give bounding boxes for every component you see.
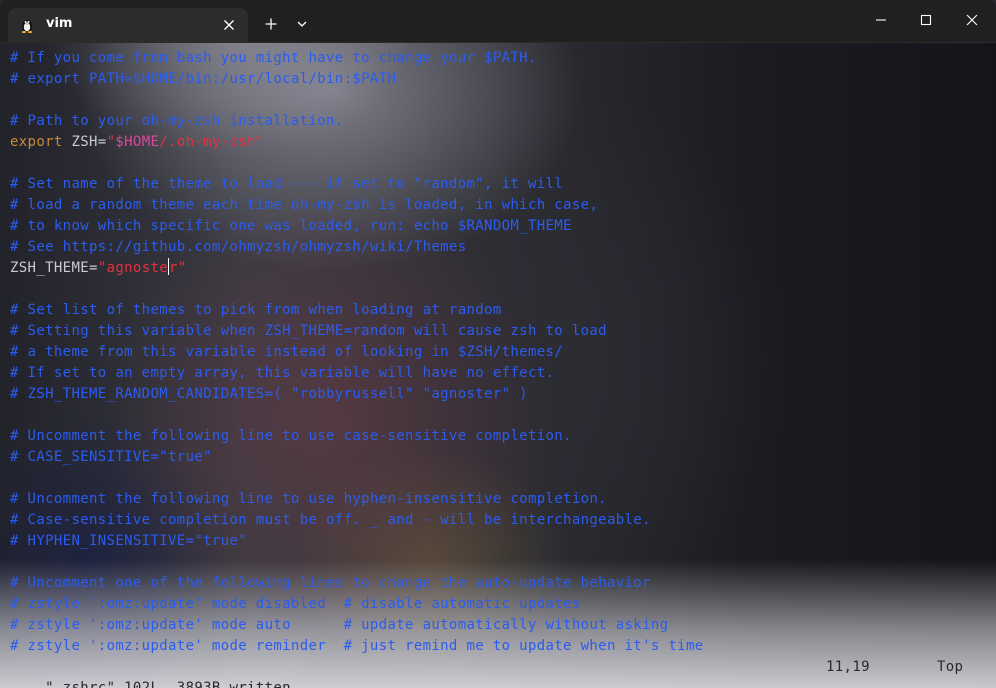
code-line[interactable]: # Uncomment the following line to use ca… [10, 426, 990, 447]
code-line[interactable]: # If set to an empty array, this variabl… [10, 363, 990, 384]
code-line[interactable]: # to know which specific one was loaded,… [10, 216, 990, 237]
code-token-comment: # Case-sensitive completion must be off.… [10, 512, 651, 528]
close-window-icon[interactable] [961, 9, 983, 31]
code-line[interactable]: # Set name of the theme to load --- if s… [10, 174, 990, 195]
code-line[interactable]: # zstyle ':omz:update' mode reminder # j… [10, 636, 990, 657]
code-token-comment: # If you come from bash you might have t… [10, 50, 537, 66]
code-line[interactable] [10, 153, 990, 174]
code-token-comment: # export PATH=$HOME/bin:/usr/local/bin:$… [10, 71, 397, 87]
code-line[interactable]: # load a random theme each time oh-my-zs… [10, 195, 990, 216]
code-token-comment: # See https://github.com/ohmyzsh/ohmyzsh… [10, 239, 467, 255]
new-tab-plus-icon[interactable] [260, 13, 282, 35]
code-token-comment: # load a random theme each time oh-my-zs… [10, 197, 599, 213]
code-line[interactable]: export ZSH="$HOME/.oh-my-zsh" [10, 132, 990, 153]
code-line[interactable]: # Case-sensitive completion must be off.… [10, 510, 990, 531]
code-token-string: "agnoste [97, 260, 169, 276]
tab-title: vim [46, 16, 73, 31]
code-token-comment: # Set list of themes to pick from when l… [10, 302, 502, 318]
code-token-comment: # Set name of the theme to load --- if s… [10, 176, 564, 192]
code-line[interactable]: # HYPHEN_INSENSITIVE="true" [10, 531, 990, 552]
code-token-string: r" [169, 260, 187, 276]
status-message: ".zshrc" 102L, 3893B written [45, 680, 291, 688]
code-line[interactable]: # zstyle ':omz:update' mode disabled # d… [10, 594, 990, 615]
close-tab-icon[interactable] [218, 14, 240, 36]
chevron-down-icon[interactable] [292, 14, 312, 34]
code-line[interactable] [10, 279, 990, 300]
code-line[interactable]: # a theme from this variable instead of … [10, 342, 990, 363]
code-token-comment: # Uncomment the following line to use hy… [10, 491, 607, 507]
code-line[interactable]: # Uncomment one of the following lines t… [10, 573, 990, 594]
code-token-keyword: export [10, 134, 63, 150]
code-line[interactable] [10, 90, 990, 111]
code-token-comment: # Path to your oh-my-zsh installation. [10, 113, 344, 129]
code-token-comment: # Uncomment one of the following lines t… [10, 575, 651, 591]
title-bar[interactable]: vim [0, 0, 996, 43]
code-line[interactable]: # Path to your oh-my-zsh installation. [10, 111, 990, 132]
cursor-position: 11,19 [826, 659, 870, 675]
code-line[interactable] [10, 405, 990, 426]
code-line[interactable]: # See https://github.com/ohmyzsh/ohmyzsh… [10, 237, 990, 258]
code-token-comment: # Uncomment the following line to use ca… [10, 428, 572, 444]
code-line[interactable]: # CASE_SENSITIVE="true" [10, 447, 990, 468]
linux-tux-icon [21, 20, 33, 33]
vim-editor-buffer[interactable]: # If you come from bash you might have t… [10, 48, 990, 654]
code-token-comment: # zstyle ':omz:update' mode auto # updat… [10, 617, 669, 633]
scroll-position: Top [937, 659, 964, 675]
maximize-icon[interactable] [915, 9, 937, 31]
code-token-comment: # If set to an empty array, this variabl… [10, 365, 555, 381]
code-token-comment: # CASE_SENSITIVE="true" [10, 449, 212, 465]
code-token-comment: # to know which specific one was loaded,… [10, 218, 572, 234]
tab-vim[interactable]: vim [8, 8, 248, 42]
code-token-comment: # zstyle ':omz:update' mode disabled # d… [10, 596, 581, 612]
code-token-var: ZSH= [62, 134, 107, 150]
code-token-comment: # Setting this variable when ZSH_THEME=r… [10, 323, 607, 339]
terminal-window: vim # If you come from bash you might ha… [0, 0, 996, 688]
vim-command-line: ".zshrc" 102L, 3893B written 11,19 Top [10, 657, 986, 688]
code-line[interactable]: # Setting this variable when ZSH_THEME=r… [10, 321, 990, 342]
code-token-comment: # zstyle ':omz:update' mode reminder # j… [10, 638, 704, 654]
code-line[interactable]: # Set list of themes to pick from when l… [10, 300, 990, 321]
code-token-comment: # HYPHEN_INSENSITIVE="true" [10, 533, 248, 549]
code-line[interactable]: # zstyle ':omz:update' mode auto # updat… [10, 615, 990, 636]
code-line[interactable]: # export PATH=$HOME/bin:/usr/local/bin:$… [10, 69, 990, 90]
code-token-comment: # a theme from this variable instead of … [10, 344, 564, 360]
code-line[interactable] [10, 468, 990, 489]
code-token-comment: # ZSH_THEME_RANDOM_CANDIDATES=( "robbyru… [10, 386, 528, 402]
code-token-string: /.oh-my-zsh" [159, 134, 265, 150]
code-line[interactable]: # ZSH_THEME_RANDOM_CANDIDATES=( "robbyru… [10, 384, 990, 405]
code-line[interactable]: # Uncomment the following line to use hy… [10, 489, 990, 510]
code-token-var: ZSH_THEME= [10, 260, 98, 276]
minimize-icon[interactable] [870, 9, 892, 31]
code-token-dollar: $HOME [115, 134, 160, 150]
code-line[interactable]: ZSH_THEME="agnoster" [10, 258, 990, 279]
code-line[interactable]: # If you come from bash you might have t… [10, 48, 990, 69]
code-line[interactable] [10, 552, 990, 573]
